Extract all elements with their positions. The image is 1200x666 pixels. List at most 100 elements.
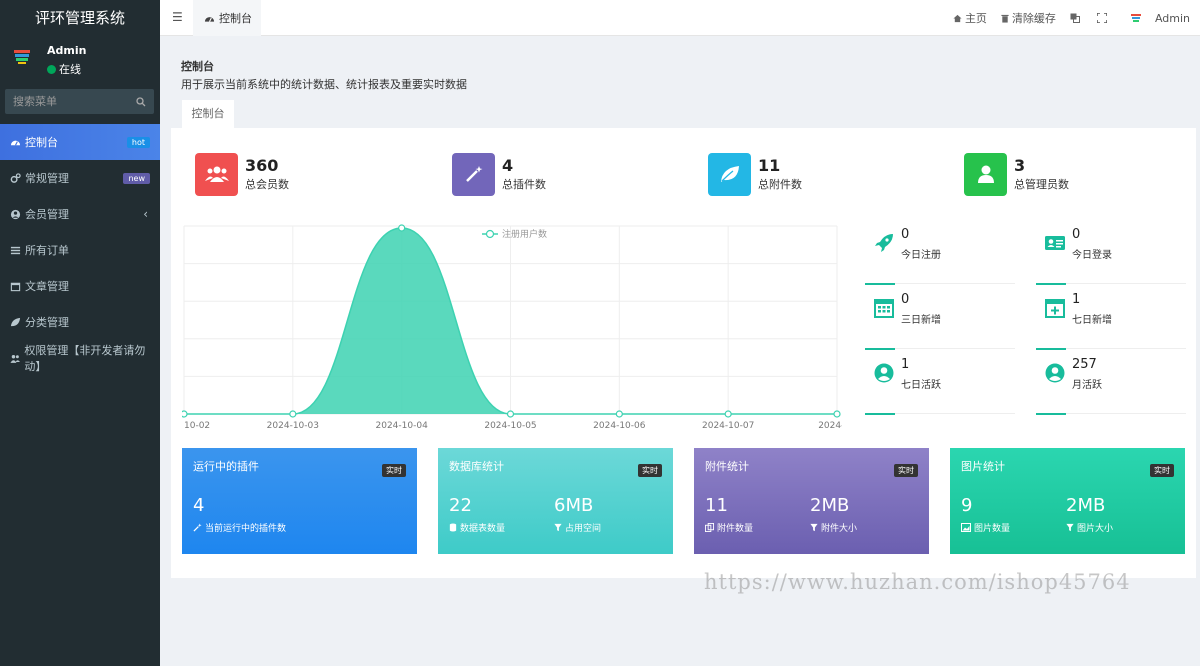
user-status-label: 在线 (59, 63, 81, 76)
user-menu[interactable]: Admin (1130, 12, 1190, 25)
brand-title[interactable]: 评环管理系统 (0, 0, 160, 36)
data-point (833, 410, 841, 418)
stat-value: 360 (245, 156, 279, 175)
home-link[interactable]: 主页 (953, 10, 987, 26)
block-database-stats: 数据库统计 实时 22 数据表数量 6MB 占用空间 (438, 448, 673, 554)
cogs-icon (10, 172, 21, 183)
block-title: 运行中的插件 (193, 460, 259, 473)
sidebar-item-permissions[interactable]: 权限管理【非开发者请勿动】 (0, 340, 160, 376)
sidebar-item-general[interactable]: 常规管理 new (0, 160, 160, 196)
data-point (289, 410, 297, 418)
sidebar-item-orders[interactable]: 所有订单 (0, 232, 160, 268)
fullscreen-button[interactable] (1096, 13, 1110, 23)
realtime-badge: 实时 (382, 464, 406, 477)
mini-stat-label: 月活跃 (1072, 380, 1102, 391)
search-input[interactable] (13, 95, 133, 108)
menu-toggle-icon[interactable]: ☰ (172, 10, 183, 24)
sidebar-item-label: 常规管理 (25, 172, 69, 185)
user-icon (964, 152, 1007, 196)
stat-card-attachments: 11 总附件数 (708, 152, 802, 196)
sidebar-item-members[interactable]: 会员管理 ‹ (0, 196, 160, 232)
legend-marker (485, 229, 495, 239)
data-point (615, 410, 623, 418)
home-label: 主页 (964, 12, 987, 25)
translate-icon (1070, 13, 1080, 23)
mini-stat-today-login: 0 今日登录 (1036, 224, 1186, 290)
data-point (724, 410, 732, 418)
registered-users-chart: 10-02 2024-10-03 2024-10-04 2024-10-05 2024-… (182, 224, 842, 431)
mini-stat-value: 0 (1072, 227, 1081, 242)
block-sub-label: 附件数量 (717, 524, 754, 534)
mini-stat-value: 0 (901, 292, 910, 307)
x-tick-label: 2024-10-03 (267, 421, 319, 431)
mini-stat-value: 0 (901, 227, 910, 242)
page-header: 控制台 用于展示当前系统中的统计数据、统计报表及重要实时数据 (171, 48, 1196, 128)
calendar-grid-icon (874, 299, 894, 318)
block-sub-label: 当前运行中的插件数 (205, 524, 287, 534)
avatar (14, 50, 30, 64)
tab-console[interactable]: 控制台 (182, 100, 234, 128)
hot-badge: hot (126, 136, 150, 148)
trash-icon (1001, 14, 1009, 23)
filter-icon (810, 523, 818, 532)
block-value: 4 (193, 495, 205, 516)
mini-stat-label: 七日新增 (1072, 315, 1112, 326)
block-value: 11 (705, 495, 728, 516)
mini-stat-today-register: 0 今日注册 (865, 224, 1015, 290)
files-icon (705, 523, 714, 532)
x-tick-label: 2024-10-06 (593, 421, 646, 431)
mini-stat-value: 1 (1072, 292, 1081, 307)
admin-label: Admin (1154, 11, 1190, 25)
block-attachment-stats: 附件统计 实时 11 附件数量 2MB 附件大小 (694, 448, 929, 554)
sidebar-item-articles[interactable]: 文章管理 (0, 268, 160, 304)
magic-wand-icon (452, 152, 495, 196)
block-value: 2MB (810, 495, 850, 516)
sidebar-menu: 控制台 hot 常规管理 new 会员管理 ‹ 所有订单 文章管理 分类管理 权… (0, 124, 160, 376)
sidebar-item-label: 权限管理【非开发者请勿动】 (24, 344, 146, 373)
block-title: 图片统计 (961, 460, 1005, 473)
avatar (1130, 14, 1141, 22)
user-name: Admin (47, 44, 87, 57)
block-value: 9 (961, 495, 973, 516)
mini-stat-value: 257 (1072, 357, 1097, 372)
stat-label: 总管理员数 (1014, 178, 1069, 191)
realtime-badge: 实时 (638, 464, 662, 477)
search-icon[interactable] (136, 96, 146, 107)
realtime-badge: 实时 (1150, 464, 1174, 477)
leaf-icon (10, 317, 21, 326)
block-image-stats: 图片统计 实时 9 图片数量 2MB 图片大小 (950, 448, 1185, 554)
sidebar-item-categories[interactable]: 分类管理 (0, 304, 160, 340)
clear-cache-button[interactable]: 清除缓存 (1001, 10, 1056, 26)
topbar: ☰ 控制台 主页 清除缓存 Admin (160, 0, 1200, 36)
calendar-plus-icon (1045, 299, 1065, 318)
stat-label: 总插件数 (502, 178, 546, 191)
mini-stat-label: 七日活跃 (901, 380, 941, 391)
stat-card-admins: 3 总管理员数 (964, 152, 1069, 196)
translate-button[interactable] (1070, 13, 1083, 23)
mini-stat-seven-day-new: 1 七日新增 (1036, 289, 1186, 355)
group-icon (10, 354, 20, 363)
list-icon (10, 246, 21, 254)
magic-wand-icon (193, 523, 202, 532)
stat-label: 总会员数 (245, 178, 289, 191)
mini-stat-value: 1 (901, 357, 910, 372)
page-title: 控制台 (181, 60, 214, 73)
dashboard-icon (10, 140, 21, 145)
top-actions: 主页 清除缓存 Admin (939, 0, 1190, 36)
sidebar-item-dashboard[interactable]: 控制台 hot (0, 124, 160, 160)
content-area: 控制台 用于展示当前系统中的统计数据、统计报表及重要实时数据 控制台 360 总… (171, 48, 1196, 578)
filter-icon (1066, 523, 1074, 532)
x-tick-label: 2024-10-05 (484, 421, 536, 431)
block-value: 2MB (1066, 495, 1106, 516)
online-dot-icon (47, 64, 56, 74)
mini-stat-three-day: 0 三日新增 (865, 289, 1015, 355)
stat-card-plugins: 4 总插件数 (452, 152, 546, 196)
sidebar-item-label: 文章管理 (25, 280, 69, 293)
dashboard-icon (204, 17, 215, 22)
tab-dashboard[interactable]: 控制台 (193, 0, 261, 36)
user-circle-icon (874, 363, 894, 383)
block-value: 6MB (554, 495, 594, 516)
x-tick-label: 2024-10-07 (702, 421, 754, 431)
user-status: 在线 (47, 61, 81, 77)
mini-stat-label: 今日登录 (1072, 250, 1112, 261)
